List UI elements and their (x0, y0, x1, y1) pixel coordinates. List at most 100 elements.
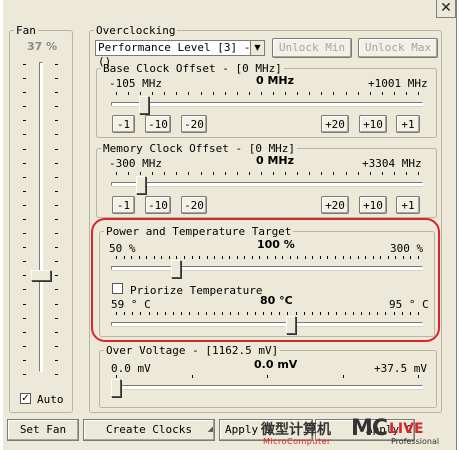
base-clock-minus10-button[interactable]: -10 (145, 115, 171, 133)
power-target-slider-tick (214, 256, 215, 259)
temperature-target-slider-tick (271, 312, 272, 315)
fan-slider-tick (55, 64, 58, 65)
over-voltage-slider-tick (192, 375, 193, 378)
power-min: 50 % (109, 242, 136, 255)
base-clock-slider-tick (213, 92, 214, 95)
memory-clock-minus10-button[interactable]: -10 (145, 196, 171, 214)
memory-clock-minus1-button[interactable]: -1 (112, 196, 135, 214)
fan-slider-tick (55, 360, 58, 361)
power-target-slider-tick (403, 256, 404, 259)
fan-slider-tick (23, 275, 26, 276)
temp-current: 80 °C (260, 294, 293, 307)
base-clock-minus1-button[interactable]: -1 (112, 115, 135, 133)
priorize-temperature-checkbox[interactable] (112, 283, 123, 294)
over-voltage-slider-thumb[interactable] (111, 379, 121, 397)
over-voltage-slider[interactable] (111, 375, 423, 399)
base-clock-plus20-button[interactable]: +20 (321, 115, 349, 133)
power-target-slider-tick (275, 256, 276, 259)
unlock-min-button[interactable]: Unlock Min (272, 38, 352, 58)
temp-max: 95 ° C (389, 298, 429, 311)
power-target-slider-tick (237, 256, 238, 259)
base-clock-plus1-button[interactable]: +1 (396, 115, 420, 133)
power-target-slider-tick (297, 256, 298, 259)
power-target-slider-tick (199, 256, 200, 259)
temperature-target-slider-tick (238, 312, 239, 315)
base-clock-slider-tick (225, 92, 226, 95)
temperature-target-slider-tick (132, 312, 133, 315)
temperature-target-slider-tick (410, 312, 411, 315)
power-target-slider[interactable] (111, 256, 423, 280)
base-clock-current: 0 MHz (256, 74, 295, 87)
temperature-target-slider-tick (157, 312, 158, 315)
power-target-slider-tick (312, 256, 313, 259)
temperature-target-slider-thumb[interactable] (286, 316, 296, 334)
create-clocks-label: Create Clocks (105, 423, 193, 436)
fan-slider-tick (55, 191, 58, 192)
memory-clock-plus1-button[interactable]: +1 (396, 196, 420, 214)
fan-slider-tick (23, 92, 26, 93)
base-clock-slider-tick (116, 92, 117, 95)
power-max: 300 % (390, 242, 424, 255)
watermark-brand-live: LIVE (389, 421, 424, 437)
fan-slider-tick (23, 261, 26, 262)
fan-slider-thumb[interactable] (31, 270, 51, 281)
priorize-temperature-label: Priorize Temperature (130, 284, 263, 297)
fan-slider-tick (23, 247, 26, 248)
power-target-slider-track (111, 266, 423, 270)
memory-clock-min: -300 MHz (109, 157, 162, 170)
over-voltage-title: Over Voltage - [1162.5 mV] (106, 344, 279, 357)
memory-clock-slider-tick (237, 172, 238, 175)
fan-slider-tick (55, 289, 58, 290)
power-target-slider-tick (244, 256, 245, 259)
base-clock-minus20-button[interactable]: -20 (181, 115, 207, 133)
memory-clock-plus20-button[interactable]: +20 (321, 196, 349, 214)
base-clock-slider-tick (382, 92, 383, 95)
memory-clock-slider-tick (261, 172, 262, 175)
memory-clock-slider[interactable] (111, 172, 423, 196)
temperature-target-slider[interactable] (111, 312, 423, 336)
temperature-target-slider-tick (369, 312, 370, 315)
base-clock-plus10-button[interactable]: +10 (359, 115, 387, 133)
memory-clock-current: 0 MHz (256, 154, 295, 167)
fan-auto-checkbox[interactable]: ✓ (20, 393, 31, 404)
memory-clock-minus20-button[interactable]: -20 (181, 196, 207, 214)
power-target-slider-thumb[interactable] (171, 260, 181, 278)
fan-slider-tick (55, 134, 58, 135)
fan-slider-tick (23, 289, 26, 290)
base-clock-slider-thumb[interactable] (139, 96, 149, 114)
base-clock-slider[interactable] (111, 92, 423, 116)
fan-slider-tick (23, 78, 26, 79)
memory-clock-plus10-button[interactable]: +10 (359, 196, 387, 214)
fan-slider-tick (55, 106, 58, 107)
power-target-slider-tick (252, 256, 253, 259)
close-icon[interactable]: ✕ (436, 0, 456, 18)
fan-slider-tick (23, 219, 26, 220)
memory-clock-slider-tick (309, 172, 310, 175)
set-fan-button[interactable]: Set Fan (7, 419, 79, 441)
fan-slider-tick (23, 177, 26, 178)
power-target-slider-tick (192, 256, 193, 259)
fan-slider-tick (55, 78, 58, 79)
fan-slider-tick (23, 346, 26, 347)
temperature-target-slider-tick (230, 312, 231, 315)
memory-clock-slider-tick (213, 172, 214, 175)
performance-level-select[interactable]: Performance Level [3] - () ▼ (95, 40, 265, 68)
power-target-slider-tick (161, 256, 162, 259)
chevron-down-icon[interactable]: ▼ (250, 41, 264, 55)
fan-slider-tick (55, 332, 58, 333)
fan-slider[interactable] (17, 58, 67, 378)
temperature-target-slider-tick (328, 312, 329, 315)
temperature-target-slider-tick (198, 312, 199, 315)
fan-slider-track (39, 62, 43, 372)
fan-slider-tick (55, 247, 58, 248)
memory-clock-slider-thumb[interactable] (136, 176, 146, 194)
temperature-target-slider-tick (361, 312, 362, 315)
temperature-target-slider-tick (296, 312, 297, 315)
unlock-max-button[interactable]: Unlock Max (358, 38, 438, 58)
fan-slider-tick (23, 374, 26, 375)
temp-min: 59 ° C (111, 298, 151, 311)
memory-clock-slider-tick (346, 172, 347, 175)
create-clocks-button[interactable]: Create Clocks ◢ (83, 419, 215, 441)
base-clock-min: -105 MHz (109, 77, 162, 90)
power-target-slider-tick (373, 256, 374, 259)
